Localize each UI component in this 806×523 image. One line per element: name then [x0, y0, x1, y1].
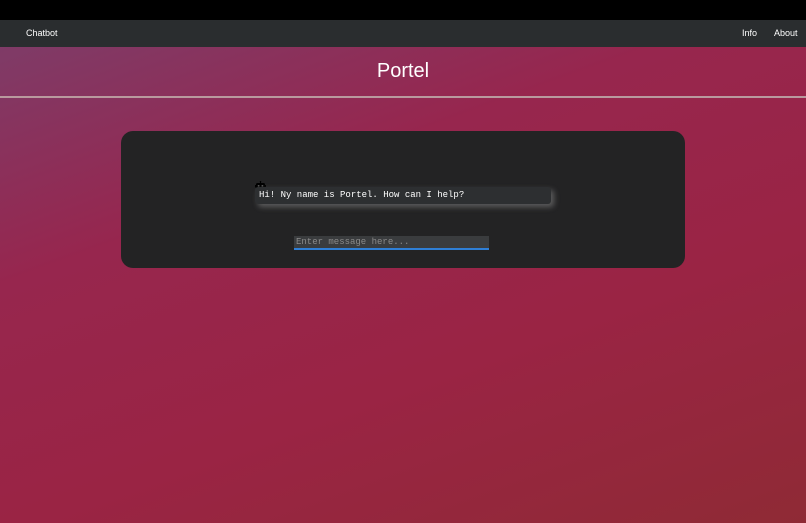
bot-message-text: Hi! Ny name is Portel. How can I help? [259, 190, 465, 200]
page-title: Portel [376, 60, 430, 82]
message-input[interactable] [294, 236, 489, 250]
nav-link-about[interactable]: About [774, 20, 798, 47]
nav-link-info[interactable]: Info [742, 20, 757, 47]
robot-icon [255, 177, 266, 190]
window-top-bar [0, 0, 806, 20]
navbar: Chatbot Info About [0, 20, 806, 47]
navbar-brand[interactable]: Chatbot [26, 20, 58, 47]
title-divider [0, 96, 806, 98]
chat-panel: Hi! Ny name is Portel. How can I help? [121, 131, 685, 268]
bot-message-bubble: Hi! Ny name is Portel. How can I help? [255, 187, 551, 204]
